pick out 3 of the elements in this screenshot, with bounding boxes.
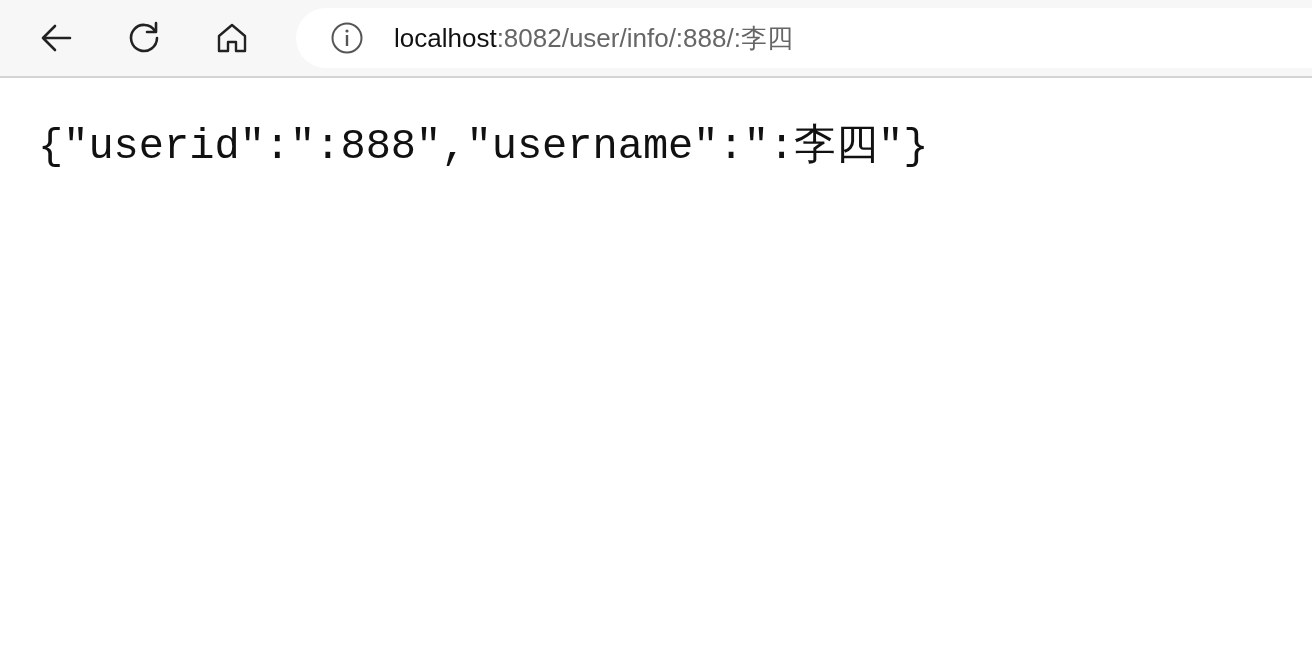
url-text: localhost:8082/user/info/:888/:李四: [394, 21, 793, 55]
address-bar[interactable]: localhost:8082/user/info/:888/:李四: [296, 8, 1312, 68]
info-icon[interactable]: [330, 21, 364, 55]
